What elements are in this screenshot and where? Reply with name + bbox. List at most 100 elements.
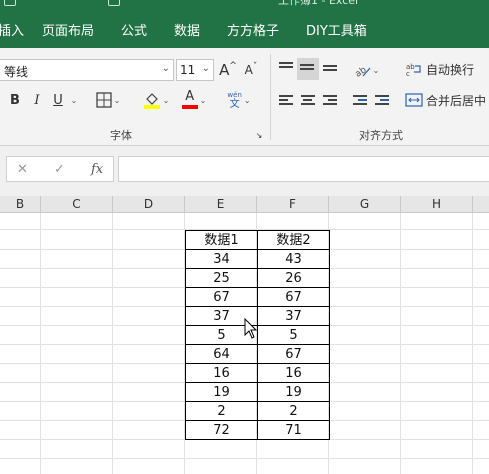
fill-color-button[interactable]: ⌄ [140,90,172,110]
font-color-button[interactable]: A ⌄ [178,90,210,110]
cancel-icon[interactable]: ✕ [17,162,28,177]
chevron-down-icon: ⌄ [162,95,170,105]
font-dialog-launcher-icon[interactable]: ↘ [254,130,264,140]
caret-down-icon: ˇ [252,61,258,72]
title-bar: 工作簿1 - Excel [0,0,489,8]
align-left-icon[interactable] [279,95,295,109]
orientation-button[interactable]: ab ⌄ [350,60,382,80]
table-cell[interactable]: 34 [185,249,258,269]
borders-icon [95,92,112,108]
enter-icon[interactable]: ✓ [54,162,65,177]
chevron-down-icon: ⌄ [243,95,251,105]
column-header-h[interactable]: H [401,196,473,213]
chevron-down-icon: ⌄ [70,95,78,105]
table-cell[interactable]: 71 [257,420,330,440]
table-cell[interactable]: 67 [185,287,258,307]
chevron-down-icon: ⌄ [113,95,121,105]
align-middle-button[interactable] [297,58,319,80]
font-group-label: 字体 [110,129,132,142]
alignment-group-label: 对齐方式 [359,129,403,142]
merge-center-icon [405,93,423,107]
align-bottom-icon[interactable] [323,65,339,79]
bold-button[interactable]: B [6,90,24,110]
column-header-e[interactable]: E [185,196,257,213]
tab-fangfang[interactable]: 方方格子 [227,20,279,39]
tab-formulas[interactable]: 公式 [121,20,147,39]
font-size-value: 11 [180,63,196,77]
merge-center-button[interactable]: 合并后居中 [405,90,489,110]
phonetic-icon: wén 文 [227,91,242,110]
paint-bucket-icon [143,93,160,109]
text-orientation-icon: ab [353,65,371,78]
increase-indent-icon[interactable] [375,95,391,109]
table-cell[interactable]: 19 [185,382,258,402]
tab-diy-toolbox[interactable]: DIY工具箱 [306,20,367,39]
tab-insert[interactable]: 插入 [0,20,24,39]
underline-button[interactable]: U [49,90,67,110]
table-cell[interactable]: 16 [185,363,258,383]
font-size-combo[interactable]: 11 ⌄ [176,59,214,81]
worksheet-grid[interactable]: 数据1 数据2 34 43 25 26 67 67 37 37 55 64 67 16 16… [0,213,489,474]
table-cell[interactable]: 2 [185,401,258,421]
ribbon: 等线 ⌄ 11 ⌄ A ^ Aˇ B I U ⌄ ⌄ ⌄ A ⌄ wén 文 ⌄… [0,48,489,146]
column-header-d[interactable]: D [113,196,185,213]
chevron-down-icon: ⌄ [199,95,207,105]
wrap-text-icon: ab c [406,63,421,77]
font-name-value: 等线 [4,65,29,79]
font-name-combo[interactable]: 等线 ⌄ [0,59,174,81]
ribbon-tab-bar: 插入 页面布局 公式 数据 方方格子 DIY工具箱 [0,8,489,48]
quick-access-icon[interactable] [108,0,120,6]
column-header-f[interactable]: F [257,196,329,213]
formula-input[interactable] [118,156,489,182]
tab-page-layout[interactable]: 页面布局 [42,20,94,39]
save-icon[interactable] [4,0,16,6]
table-cell[interactable]: 5 [257,325,330,345]
table-header-cell[interactable]: 数据1 [185,230,258,250]
decrease-font-size-button[interactable]: Aˇ [241,60,261,80]
decrease-indent-icon[interactable] [353,95,369,109]
table-cell[interactable]: 67 [257,344,330,364]
table-header-row: 数据1 数据2 [185,230,330,250]
align-center-icon[interactable] [301,95,317,109]
phonetic-button[interactable]: wén 文 ⌄ [222,89,256,111]
table-cell[interactable]: 16 [257,363,330,383]
mouse-cursor-icon [244,318,258,339]
align-right-icon[interactable] [323,95,339,109]
align-middle-icon [300,64,316,78]
table-cell[interactable]: 72 [185,420,258,440]
align-top-icon[interactable] [279,62,295,76]
column-header-g[interactable]: G [329,196,401,213]
insert-function-icon[interactable]: fx [91,162,103,177]
chevron-down-icon: ⌄ [372,65,380,75]
table-row: 25 26 [185,268,330,288]
column-header-c[interactable]: C [41,196,113,213]
column-header-bar: B C D E F G H [0,196,489,213]
underline-dropdown[interactable]: ⌄ [68,90,78,110]
tab-data[interactable]: 数据 [174,20,200,39]
table-row: 16 16 [185,363,330,383]
formula-button-area: ✕ ✓ fx [6,156,114,182]
caret-up-icon: ^ [229,60,237,71]
table-cell[interactable]: 26 [257,268,330,288]
chevron-down-icon[interactable]: ⌄ [162,63,170,74]
italic-button[interactable]: I [29,90,45,110]
wrap-text-button[interactable]: ab c 自动换行 [405,59,489,79]
increase-font-size-button[interactable]: A ^ [218,60,238,80]
table-cell[interactable]: 64 [185,344,258,364]
table-cell[interactable]: 25 [185,268,258,288]
formula-bar: ✕ ✓ fx [0,146,489,196]
chevron-down-icon[interactable]: ⌄ [202,63,210,74]
table-cell[interactable]: 19 [257,382,330,402]
table-row: 19 19 [185,382,330,402]
table-header-cell[interactable]: 数据2 [257,230,330,250]
table-cell[interactable]: 67 [257,287,330,307]
table-cell[interactable]: 2 [257,401,330,421]
column-header-b[interactable]: B [0,196,41,213]
table-cell[interactable]: 37 [257,306,330,326]
table-row: 22 [185,401,330,421]
table-row: 34 43 [185,249,330,269]
table-cell[interactable]: 43 [257,249,330,269]
table-row: 72 71 [185,420,330,440]
borders-button[interactable]: ⌄ [92,91,124,109]
group-separator [270,54,271,140]
